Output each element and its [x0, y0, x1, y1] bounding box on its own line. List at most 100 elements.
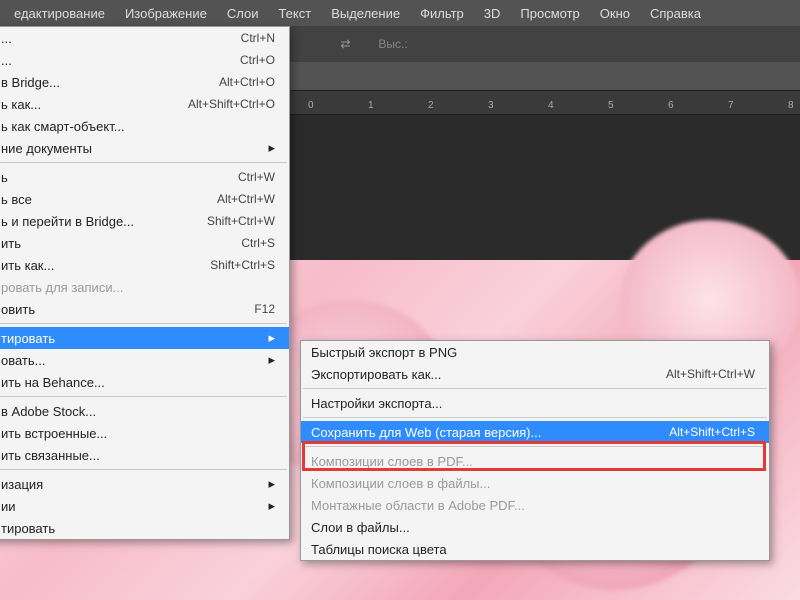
menu-item-shortcut: Alt+Shift+Ctrl+S	[669, 425, 755, 439]
file-menu-item[interactable]: ить встроенные...	[0, 422, 289, 444]
menu-item-label: Композиции слоев в файлы...	[311, 476, 490, 491]
file-menu-item[interactable]: ь и перейти в Bridge... Shift+Ctrl+W	[0, 210, 289, 232]
menu-item-label: ить	[1, 236, 21, 251]
file-menu-item[interactable]: ить связанные...	[0, 444, 289, 466]
file-menu-item[interactable]: в Adobe Stock...	[0, 400, 289, 422]
menubar-item[interactable]: Окно	[590, 2, 640, 25]
file-menu-item[interactable]: ь как... Alt+Shift+Ctrl+O	[0, 93, 289, 115]
file-menu-item[interactable]: ... Ctrl+N	[0, 27, 289, 49]
menu-item-label: овать...	[1, 353, 46, 368]
menu-item-label: Быстрый экспорт в PNG	[311, 345, 457, 360]
menu-item-label: Монтажные области в Adobe PDF...	[311, 498, 525, 513]
file-menu-item[interactable]: тировать	[0, 517, 289, 539]
export-menu-item[interactable]: Настройки экспорта...	[301, 392, 769, 414]
export-menu-item[interactable]: Экспортировать как... Alt+Shift+Ctrl+W	[301, 363, 769, 385]
file-menu-item[interactable]: ь всеAlt+Ctrl+W	[0, 188, 289, 210]
file-menu-item[interactable]: тировать ▸	[0, 327, 289, 349]
submenu-arrow-icon: ▸	[260, 498, 275, 514]
submenu-arrow-icon: ▸	[260, 352, 275, 368]
file-menu-item[interactable]: в Bridge... Alt+Ctrl+O	[0, 71, 289, 93]
menubar-item[interactable]: 3D	[474, 2, 511, 25]
menu-item-shortcut: Alt+Shift+Ctrl+O	[188, 97, 275, 111]
export-menu-item[interactable]: Быстрый экспорт в PNG	[301, 341, 769, 363]
menu-item-label: ь все	[1, 192, 32, 207]
export-menu-item[interactable]: Сохранить для Web (старая версия)... Alt+…	[301, 421, 769, 443]
menu-item-label: Экспортировать как...	[311, 367, 441, 382]
export-menu-item: Монтажные области в Adobe PDF...	[301, 494, 769, 516]
export-menu-item: Композиции слоев в PDF...	[301, 450, 769, 472]
menu-item-shortcut: Ctrl+S	[241, 236, 275, 250]
file-menu-item[interactable]: ить на Behance...	[0, 371, 289, 393]
file-menu-item[interactable]: ь как смарт-объект...	[0, 115, 289, 137]
menu-item-label: ии	[1, 499, 16, 514]
height-label: Выс.:	[378, 37, 407, 51]
file-menu-item[interactable]: ь Ctrl+W	[0, 166, 289, 188]
menu-item-label: в Bridge...	[1, 75, 60, 90]
menu-item-shortcut: Shift+Ctrl+W	[207, 214, 275, 228]
submenu-arrow-icon: ▸	[260, 140, 275, 156]
menu-item-label: изация	[1, 477, 43, 492]
menu-item-label: Сохранить для Web (старая версия)...	[311, 425, 541, 440]
menu-item-label: Настройки экспорта...	[311, 396, 442, 411]
menu-item-shortcut: Shift+Ctrl+S	[210, 258, 275, 272]
menu-item-label: ь как...	[1, 97, 41, 112]
export-submenu: Быстрый экспорт в PNG Экспортировать как.…	[300, 340, 770, 561]
menu-item-label: ить на Behance...	[1, 375, 105, 390]
menu-item-label: ить связанные...	[1, 448, 100, 463]
file-menu-item[interactable]: ии ▸	[0, 495, 289, 517]
menu-item-label: тировать	[1, 331, 55, 346]
menu-item-shortcut: Ctrl+O	[240, 53, 275, 67]
menu-item-label: ...	[1, 53, 12, 68]
export-menu-item: Композиции слоев в файлы...	[301, 472, 769, 494]
menu-item-label: ь как смарт-объект...	[1, 119, 125, 134]
menubar-item[interactable]: Текст	[268, 2, 321, 25]
file-menu-item[interactable]: ить как... Shift+Ctrl+S	[0, 254, 289, 276]
menu-item-label: ...	[1, 31, 12, 46]
file-menu-item: ровать для записи...	[0, 276, 289, 298]
menu-item-label: ить как...	[1, 258, 54, 273]
menu-item-label: тировать	[1, 521, 55, 536]
menu-item-label: в Adobe Stock...	[1, 404, 96, 419]
file-menu: ... Ctrl+N... Ctrl+O в Bridge... Alt+Ctrl+O ь…	[0, 26, 290, 540]
menubar-item[interactable]: Слои	[217, 2, 269, 25]
menu-item-label: ь и перейти в Bridge...	[1, 214, 134, 229]
submenu-arrow-icon: ▸	[260, 330, 275, 346]
menu-item-label: Композиции слоев в PDF...	[311, 454, 473, 469]
menu-item-label: ь	[1, 170, 8, 185]
menubar-item[interactable]: Изображение	[115, 2, 217, 25]
menu-item-label: Таблицы поиска цвета	[311, 542, 447, 557]
file-menu-item[interactable]: овить F12	[0, 298, 289, 320]
export-menu-item[interactable]: Слои в файлы...	[301, 516, 769, 538]
menu-item-label: ровать для записи...	[1, 280, 123, 295]
file-menu-item[interactable]: ... Ctrl+O	[0, 49, 289, 71]
file-menu-separator	[0, 323, 287, 324]
file-menu-item[interactable]: ние документы ▸	[0, 137, 289, 159]
file-menu-item[interactable]: изация ▸	[0, 473, 289, 495]
export-menu-separator	[303, 417, 767, 418]
file-menu-item[interactable]: овать... ▸	[0, 349, 289, 371]
swap-icon[interactable]: ⇄	[336, 35, 354, 53]
menu-item-shortcut: Ctrl+N	[241, 31, 275, 45]
menubar-item[interactable]: Просмотр	[510, 2, 589, 25]
submenu-arrow-icon: ▸	[260, 476, 275, 492]
menu-item-label: овить	[1, 302, 35, 317]
file-menu-separator	[0, 469, 287, 470]
menu-item-label: ить встроенные...	[1, 426, 107, 441]
menu-item-shortcut: Alt+Shift+Ctrl+W	[666, 367, 755, 381]
file-menu-separator	[0, 162, 287, 163]
export-menu-separator	[303, 388, 767, 389]
menubar-item[interactable]: Справка	[640, 2, 711, 25]
menubar-item[interactable]: едактирование	[4, 2, 115, 25]
export-menu-item[interactable]: Таблицы поиска цвета	[301, 538, 769, 560]
menu-item-label: Слои в файлы...	[311, 520, 410, 535]
menubar-item[interactable]: Выделение	[321, 2, 410, 25]
menu-item-shortcut: F12	[254, 302, 275, 316]
file-menu-item[interactable]: ить Ctrl+S	[0, 232, 289, 254]
export-menu-separator	[303, 446, 767, 447]
menu-item-shortcut: Ctrl+W	[238, 170, 275, 184]
menubar-item[interactable]: Фильтр	[410, 2, 474, 25]
menubar: едактирование Изображение Слои Текст Выд…	[0, 0, 800, 26]
menu-item-shortcut: Alt+Ctrl+O	[219, 75, 275, 89]
file-menu-separator	[0, 396, 287, 397]
menu-item-label: ние документы	[1, 141, 92, 156]
